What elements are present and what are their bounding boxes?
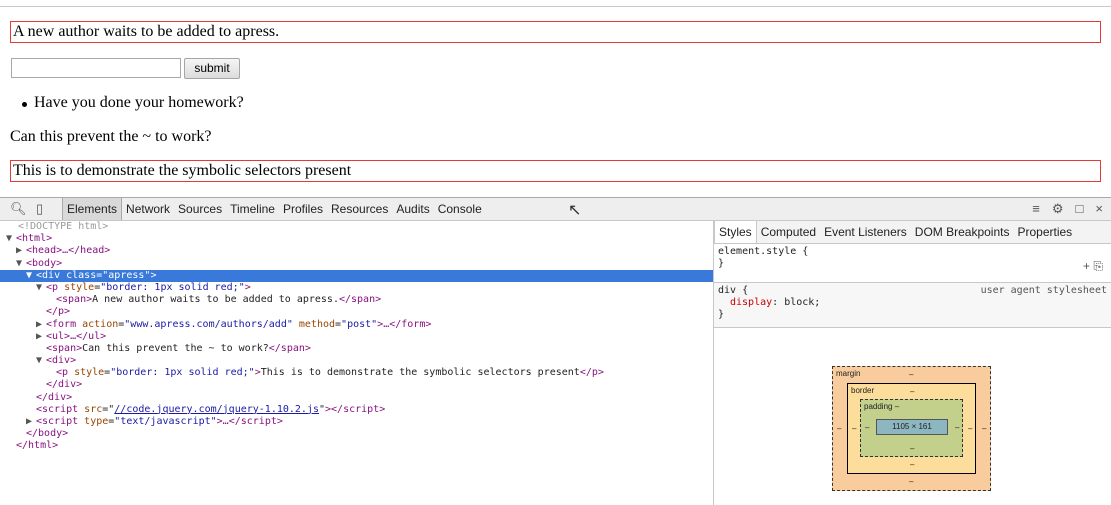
div-user-agent-rule[interactable]: div { user agent stylesheet display: blo… [714,283,1111,328]
box-model-content: 1105 × 161 [876,419,948,435]
dom-line[interactable]: <span>A new author waits to be added to … [0,294,713,306]
rule-source: user agent stylesheet [980,285,1107,296]
tab-profiles[interactable]: Profiles [279,198,327,220]
tab-sources[interactable]: Sources [174,198,226,220]
new-rule-icon[interactable]: + ⎘ [1083,260,1103,272]
dom-line[interactable]: </p> [0,306,713,318]
rule-declaration: display: block; [730,297,821,308]
list-item-homework: Have you done your homework? [22,94,244,112]
margin-top-value: – [909,370,914,379]
device-mode-icon[interactable]: ▯ [36,201,43,217]
dom-line[interactable]: ▼ <body> [0,258,713,270]
dom-line[interactable]: </div> [0,392,713,404]
padding-left-value: – [865,423,870,432]
dom-line[interactable]: ▶ <form action="www.apress.com/authors/ad… [0,319,713,331]
dom-line[interactable]: <span>Can this prevent the ~ to work?</s… [0,343,713,355]
dom-line[interactable]: ▼ <div> [0,355,713,367]
tab-event-listeners[interactable]: Event Listeners [820,221,911,243]
tab-timeline[interactable]: Timeline [226,198,279,220]
box-model-border: border – – – – padding – – – – 1105 × 16… [847,383,976,474]
tab-resources[interactable]: Resources [327,198,392,220]
box-model-diagram: margin – – – – border – – – – padding – … [832,366,991,491]
box-model-margin: margin – – – – border – – – – padding – … [832,366,991,491]
script-src-link[interactable]: //code.jquery.com/jquery-1.10.2.js [114,404,319,415]
tab-computed[interactable]: Computed [757,221,820,243]
dom-line[interactable]: ▼ <html> [0,233,713,245]
rule-close-brace: } [718,309,725,320]
border-label: border [851,386,875,395]
dom-line[interactable]: ▶ <ul>…</ul> [0,331,713,343]
submit-button[interactable]: submit [184,58,240,79]
tab-audits[interactable]: Audits [392,198,433,220]
dom-line[interactable]: ▶ <script type="text/javascript">…</scrip… [0,416,713,428]
margin-right-value: – [982,424,987,433]
margin-bottom-value: – [909,477,914,486]
devtools-panel: 🔍︎ ▯ Elements Network Sources Timeline P… [0,197,1111,505]
dom-line[interactable]: ▶ <head>…</head> [0,245,713,257]
element-style-rule[interactable]: element.style { } + ⎘ [714,244,1111,283]
tab-properties[interactable]: Properties [1013,221,1076,243]
margin-left-value: – [837,424,842,433]
close-icon[interactable]: × [1095,201,1103,217]
devtools-window-controls: ≡ ⚙ □ × [1032,201,1103,217]
bullet-icon [22,102,27,107]
rendered-page: A new author waits to be added to apress… [0,0,1111,196]
element-style-selector: element.style { [718,246,809,257]
tab-console[interactable]: Console [434,198,486,220]
dom-line[interactable]: <!DOCTYPE html> [0,221,713,233]
border-left-value: – [852,424,857,433]
mouse-cursor-icon: ↖ [568,202,582,219]
dom-line[interactable]: </div> [0,379,713,391]
sidebar-tabs: Styles Computed Event Listeners DOM Brea… [714,221,1111,244]
devtools-tabs: Elements Network Sources Timeline Profil… [62,198,486,220]
dom-line[interactable]: </html> [0,440,713,452]
dom-line[interactable]: <p style="border: 1px solid red;">This i… [0,367,713,379]
author-input[interactable] [11,58,181,78]
dock-icon[interactable]: □ [1076,201,1084,217]
devtools-toolbar: 🔍︎ ▯ Elements Network Sources Timeline P… [0,198,1111,221]
search-icon[interactable]: 🔍︎ [10,201,27,217]
border-bottom-value: – [910,460,915,469]
margin-label: margin [836,369,861,378]
padding-bottom-value: – [910,444,915,453]
border-right-value: – [968,424,973,433]
dom-tree: <!DOCTYPE html> ▼ <html> ▶ <head>…</head> … [0,221,713,505]
dom-line[interactable]: </body> [0,428,713,440]
padding-right-value: – [955,423,960,432]
tab-styles[interactable]: Styles [714,221,757,243]
dom-line-selected[interactable]: ▼ <div class="apress"> [0,269,713,282]
console-drawer-icon[interactable]: ≡ [1032,201,1040,217]
paragraph-symbolic-selectors: This is to demonstrate the symbolic sele… [10,160,1101,182]
list-item-text: Have you done your homework? [34,94,244,111]
dom-line[interactable]: ▼ <p style="border: 1px solid red;"> [0,282,713,294]
rule-close-brace: } [718,258,725,269]
tab-elements[interactable]: Elements [62,198,123,220]
padding-label: padding – [864,402,900,411]
dom-line[interactable]: <script src="//code.jquery.com/jquery-1.… [0,404,713,416]
tab-dom-breakpoints[interactable]: DOM Breakpoints [911,221,1014,243]
border-top-value: – [910,387,915,396]
box-model-padding: padding – – – – 1105 × 161 [860,399,963,457]
span-prevent: Can this prevent the ~ to work? [10,128,212,145]
gear-icon[interactable]: ⚙ [1052,201,1064,217]
paragraph-apress-author: A new author waits to be added to apress… [10,21,1101,43]
tab-network[interactable]: Network [122,198,174,220]
top-divider [0,6,1111,7]
